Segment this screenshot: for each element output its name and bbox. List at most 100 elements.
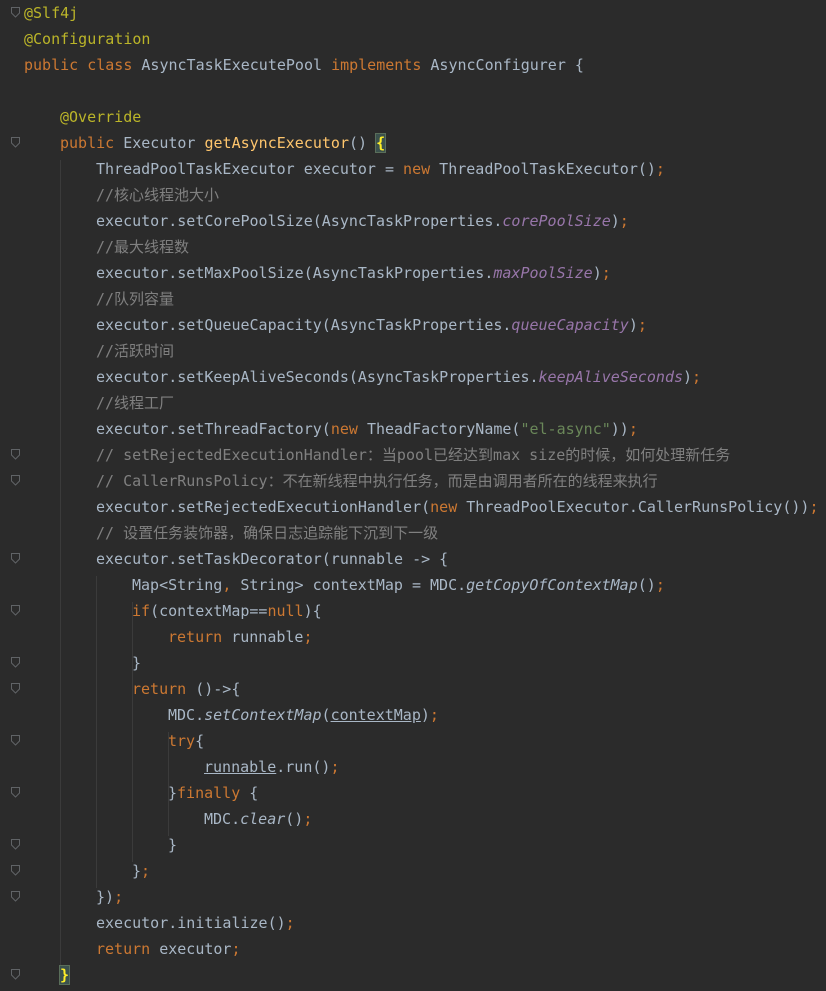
code-token: () [637,576,656,594]
code-line[interactable]: executor.setRejectedExecutionHandler(new… [96,494,818,520]
code-line[interactable]: }; [132,858,150,884]
fold-icon[interactable] [11,553,20,564]
code-token: { [375,133,387,153]
fold-icon[interactable] [11,605,20,616]
code-token: // 设置任务装饰器，确保日志追踪能下沉到下一级 [96,524,439,542]
code-line[interactable]: executor.setKeepAliveSeconds(AsyncTaskPr… [96,364,701,390]
code-line[interactable]: executor.setMaxPoolSize(AsyncTaskPropert… [96,260,611,286]
code-token: AsyncConfigurer { [430,56,584,74]
code-token: @Slf4j [24,4,79,22]
code-token: AsyncTaskExecutePool [141,56,332,74]
code-token: ) [592,264,602,282]
indent-guide [132,602,133,862]
code-token: @Override [60,108,142,126]
code-line[interactable]: //核心线程池大小 [96,182,219,208]
code-line[interactable]: }); [96,884,123,910]
code-token: ; [619,212,629,230]
code-line[interactable]: runnable.run(); [204,754,339,780]
fold-icon[interactable] [11,7,20,18]
code-token: runnable [231,628,304,646]
code-token: ; [141,862,151,880]
code-token: ThreadPoolTaskExecutor executor = [96,160,404,178]
fold-icon[interactable] [11,475,20,486]
code-line[interactable]: @Override [60,104,141,130]
code-token: return [96,940,160,958]
fold-icon[interactable] [11,969,20,980]
code-token: clear [240,810,286,828]
code-token: @Configuration [24,30,151,48]
code-line[interactable]: //活跃时间 [96,338,174,364]
code-token: , [222,576,241,594]
code-token: implements [331,56,431,74]
code-token: ThreadPoolExecutor.CallerRunsPolicy()) [466,498,810,516]
code-token: runnable [204,758,277,776]
code-editor[interactable]: @Slf4j @Configuration public class AsyncTa… [0,0,826,991]
code-token: } [132,862,142,880]
code-token: ; [114,888,124,906]
code-line[interactable]: //队列容量 [96,286,174,312]
code-token: ; [303,810,313,828]
fold-icon[interactable] [11,683,20,694]
code-line[interactable]: return runnable; [168,624,313,650]
code-line[interactable]: // 设置任务装饰器，确保日志追踪能下沉到下一级 [96,520,438,546]
code-token: (contextMap== [150,602,268,620]
code-line[interactable]: // setRejectedExecutionHandler：当pool已经达到… [96,442,730,468]
code-line[interactable]: } [168,832,177,858]
code-line[interactable]: Map<String, String> contextMap = MDC.get… [132,572,665,598]
code-line[interactable]: MDC.clear(); [204,806,312,832]
code-line[interactable]: ThreadPoolTaskExecutor executor = new Th… [96,156,665,182]
indent-guide [60,160,61,966]
code-token: getCopyOfContextMap [466,576,638,594]
fold-icon[interactable] [11,865,20,876]
code-token: ) [628,316,638,334]
code-line[interactable]: //最大线程数 [96,234,189,260]
code-line[interactable]: return executor; [96,936,241,962]
code-token: ; [285,914,295,932]
code-token: finally [177,784,250,802]
code-line[interactable]: }finally { [168,780,258,806]
code-token: setContextMap [204,706,322,724]
code-line[interactable]: try{ [168,728,204,754]
code-token: ; [655,576,665,594]
code-line[interactable]: @Slf4j [24,0,78,26]
code-token: String> contextMap = MDC. [240,576,467,594]
fold-icon[interactable] [11,839,20,850]
code-token: return [132,680,196,698]
fold-icon[interactable] [11,735,20,746]
code-token: executor [159,940,232,958]
code-line[interactable]: executor.setTaskDecorator(runnable -> { [96,546,448,572]
code-line[interactable]: executor.setThreadFactory(new TheadFacto… [96,416,638,442]
code-token: queueCapacity [511,316,629,334]
code-line[interactable]: } [132,650,141,676]
code-token: // CallerRunsPolicy：不在新线程中执行任务，而是由调用者所在的… [96,472,658,490]
code-line[interactable]: executor.setCorePoolSize(AsyncTaskProper… [96,208,629,234]
fold-icon[interactable] [11,787,20,798]
code-token: { [195,732,205,750]
code-line[interactable]: // CallerRunsPolicy：不在新线程中执行任务，而是由调用者所在的… [96,468,658,494]
code-line[interactable]: public class AsyncTaskExecutePool implem… [24,52,584,78]
code-line[interactable]: } [58,962,71,988]
fold-icon[interactable] [11,137,20,148]
code-token: ; [692,368,702,386]
code-line[interactable]: executor.setQueueCapacity(AsyncTaskPrope… [96,312,647,338]
code-line[interactable]: //线程工厂 [96,390,174,416]
fold-icon[interactable] [11,449,20,460]
code-token: //最大线程数 [96,238,190,256]
code-token: ; [637,316,647,334]
code-token: ) [610,212,620,230]
fold-icon[interactable] [11,891,20,902]
code-token: executor.setKeepAliveSeconds(AsyncTaskPr… [96,368,539,386]
fold-icon[interactable] [11,657,20,668]
code-token: new [403,160,440,178]
code-token: executor.setRejectedExecutionHandler( [96,498,431,516]
code-token: ; [655,160,665,178]
code-line[interactable]: executor.initialize(); [96,910,295,936]
code-token: ; [231,940,241,958]
code-line[interactable]: MDC.setContextMap(contextMap); [168,702,439,728]
code-line[interactable]: if(contextMap==null){ [132,598,322,624]
code-line[interactable]: @Configuration [24,26,150,52]
code-token: ){ [303,602,322,620]
code-line[interactable]: return ()->{ [132,676,240,702]
code-line[interactable]: public Executor getAsyncExecutor() { [60,130,387,156]
code-token: "el-async" [520,420,611,438]
